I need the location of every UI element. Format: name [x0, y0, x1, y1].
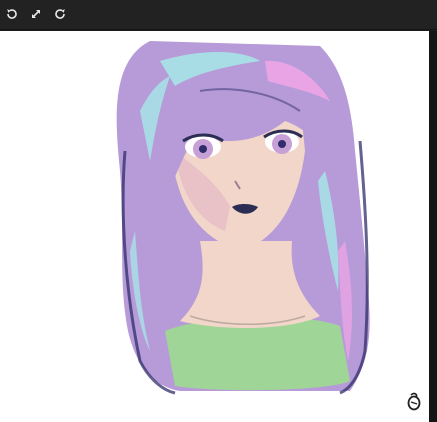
rotate-button[interactable] [3, 5, 21, 23]
rotate-alt-icon [55, 9, 65, 19]
portrait-artwork [116, 41, 370, 395]
artist-signature [407, 392, 421, 411]
rotate-icon [7, 9, 17, 19]
artwork-canvas [0, 31, 429, 422]
viewport-edge [429, 31, 437, 422]
image-viewport [0, 31, 437, 422]
fullscreen-button[interactable] [27, 5, 45, 23]
viewer-toolbar [0, 0, 437, 30]
rotate-alt-button[interactable] [51, 5, 69, 23]
expand-icon [32, 10, 40, 18]
